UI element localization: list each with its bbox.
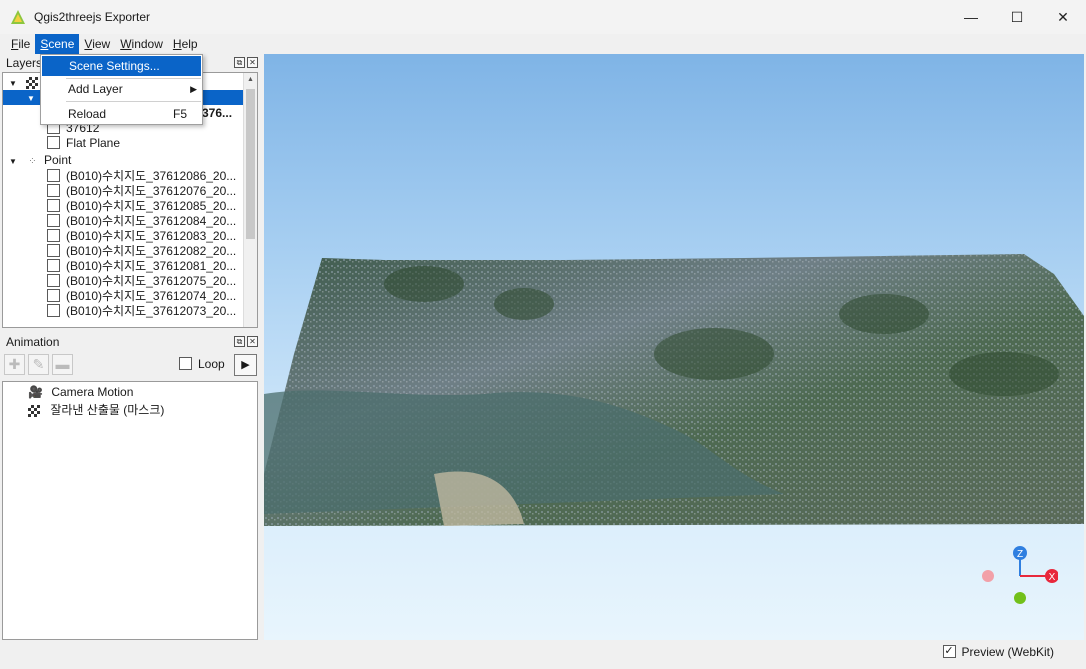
layer-checkbox[interactable] [47, 289, 60, 303]
dem-layer-icon [26, 76, 39, 89]
layer-checkbox[interactable] [47, 274, 60, 288]
play-button[interactable]: ▶ [234, 354, 257, 376]
pencil-icon: ✎ [32, 356, 45, 372]
reload-shortcut: F5 [172, 107, 187, 121]
layers-panel-title: Layers [6, 56, 43, 70]
expand-arrow-icon[interactable]: ▼ [27, 94, 35, 103]
menu-item-add-layer[interactable]: Add Layer ▶ [41, 79, 202, 99]
tree-row-point-layer[interactable]: (B010)수치지도_37612076_20... [47, 184, 236, 199]
camera-icon: 🎥 [28, 385, 43, 399]
menu-bar: File Scene View Window Help [0, 34, 1086, 54]
scene-menu-dropdown: Scene Settings... Add Layer ▶ Reload F5 [40, 54, 203, 125]
layer-checkbox[interactable] [47, 184, 60, 198]
animation-toolbar: ✚ ✎ ▬ [4, 354, 73, 376]
preview-toggle[interactable]: ✓ Preview (WebKit) [942, 644, 1054, 659]
animation-list[interactable]: 🎥 Camera Motion 잘라낸 산출물 (마스크) [2, 381, 258, 640]
list-item-mask-layer[interactable]: 잘라낸 산출물 (마스크) [28, 402, 164, 419]
tree-row-point-layer[interactable]: (B010)수치지도_37612085_20... [47, 199, 236, 214]
tree-row-truncated-label: 376... [202, 106, 233, 120]
loop-checkbox[interactable] [179, 356, 192, 370]
tree-row-point-group[interactable]: ▼ ⁘ Point [9, 153, 71, 168]
tree-row-point-layer[interactable]: (B010)수치지도_37612073_20... [47, 304, 236, 319]
minimize-button[interactable]: — [948, 0, 994, 34]
3d-preview-viewport[interactable]: Z X [264, 54, 1084, 640]
close-icon: ✕ [1057, 8, 1069, 25]
y-axis-handle [1014, 592, 1026, 604]
maximize-button[interactable]: ☐ [994, 0, 1040, 34]
axis-helper: Z X [982, 546, 1058, 604]
list-item-camera-motion[interactable]: 🎥 Camera Motion [28, 384, 133, 401]
menu-window[interactable]: Window [115, 34, 168, 54]
neg-x-axis-handle [982, 570, 994, 582]
layer-tree-scrollbar[interactable]: ▲ [243, 73, 257, 327]
z-axis-label: Z [1017, 549, 1023, 560]
dem-layer-icon [28, 404, 40, 417]
preview-label: Preview (WebKit) [961, 645, 1054, 659]
edit-keyframe-button[interactable]: ✎ [28, 354, 49, 375]
close-panel-button[interactable]: ✕ [247, 57, 258, 68]
menu-view[interactable]: View [79, 34, 115, 54]
menu-item-reload[interactable]: Reload F5 [41, 104, 202, 124]
title-bar: Qgis2threejs Exporter — ☐ ✕ [0, 0, 1086, 34]
layer-checkbox[interactable] [47, 229, 60, 243]
terrain-scene[interactable] [264, 54, 1084, 640]
close-panel-button[interactable]: ✕ [247, 336, 258, 347]
scroll-up-icon[interactable]: ▲ [244, 73, 257, 86]
minus-icon: ▬ [55, 356, 70, 372]
status-bar: ✓ Preview (WebKit) [0, 640, 1086, 669]
tree-row-point-layer[interactable]: (B010)수치지도_37612074_20... [47, 289, 236, 304]
menu-help[interactable]: Help [168, 34, 203, 54]
menu-scene[interactable]: Scene [35, 34, 80, 54]
layer-checkbox[interactable] [47, 304, 60, 318]
preview-checkbox[interactable]: ✓ [942, 644, 956, 658]
layer-checkbox[interactable] [47, 244, 60, 258]
window-title: Qgis2threejs Exporter [34, 10, 151, 24]
remove-keyframe-button[interactable]: ▬ [52, 354, 73, 375]
layer-checkbox[interactable] [47, 214, 60, 228]
menu-item-scene-settings[interactable]: Scene Settings... [42, 56, 201, 76]
point-layer-icon: ⁘ [28, 156, 37, 167]
expand-arrow-icon[interactable]: ▼ [9, 79, 17, 88]
tree-row-point-layer[interactable]: (B010)수치지도_37612075_20... [47, 274, 236, 289]
add-keyframe-button[interactable]: ✚ [4, 354, 25, 375]
minimize-icon: — [964, 9, 978, 25]
play-icon: ▶ [241, 359, 250, 371]
layer-checkbox[interactable] [47, 169, 60, 183]
menu-separator [66, 101, 201, 102]
layer-checkbox[interactable] [47, 136, 60, 150]
tree-row-flat-plane[interactable]: Flat Plane [47, 136, 120, 151]
tree-row-point-layer[interactable]: (B010)수치지도_37612083_20... [47, 229, 236, 244]
expand-arrow-icon[interactable]: ▼ [9, 157, 17, 166]
tree-row-dem-group[interactable]: ▼ [9, 75, 39, 90]
submenu-arrow-icon: ▶ [190, 84, 197, 94]
close-button[interactable]: ✕ [1040, 0, 1086, 34]
menu-file[interactable]: File [6, 34, 35, 54]
loop-option[interactable]: Loop [179, 356, 225, 371]
tree-row-point-layer[interactable]: (B010)수치지도_37612084_20... [47, 214, 236, 229]
maximize-icon: ☐ [1010, 8, 1024, 25]
tree-row-point-layer[interactable]: (B010)수치지도_37612081_20... [47, 259, 236, 274]
loop-label: Loop [198, 357, 225, 371]
plus-icon: ✚ [8, 356, 21, 372]
float-panel-button[interactable]: ⧉ [234, 57, 245, 68]
float-panel-button[interactable]: ⧉ [234, 336, 245, 347]
x-axis-label: X [1049, 572, 1056, 583]
animation-panel-title: Animation [6, 335, 60, 349]
layer-checkbox[interactable] [47, 259, 60, 273]
animation-panel-header: Animation ⧉ ✕ [0, 333, 262, 351]
qgis2threejs-logo-icon [11, 10, 25, 24]
layer-checkbox[interactable] [47, 199, 60, 213]
animation-panel: Animation ⧉ ✕ ✚ ✎ ▬ Loop ▶ 🎥 Camera Moti… [0, 333, 262, 641]
tree-row-point-layer[interactable]: (B010)수치지도_37612086_20... [47, 169, 236, 184]
scrollbar-thumb[interactable] [246, 89, 255, 239]
tree-row-point-layer[interactable]: (B010)수치지도_37612082_20... [47, 244, 236, 259]
